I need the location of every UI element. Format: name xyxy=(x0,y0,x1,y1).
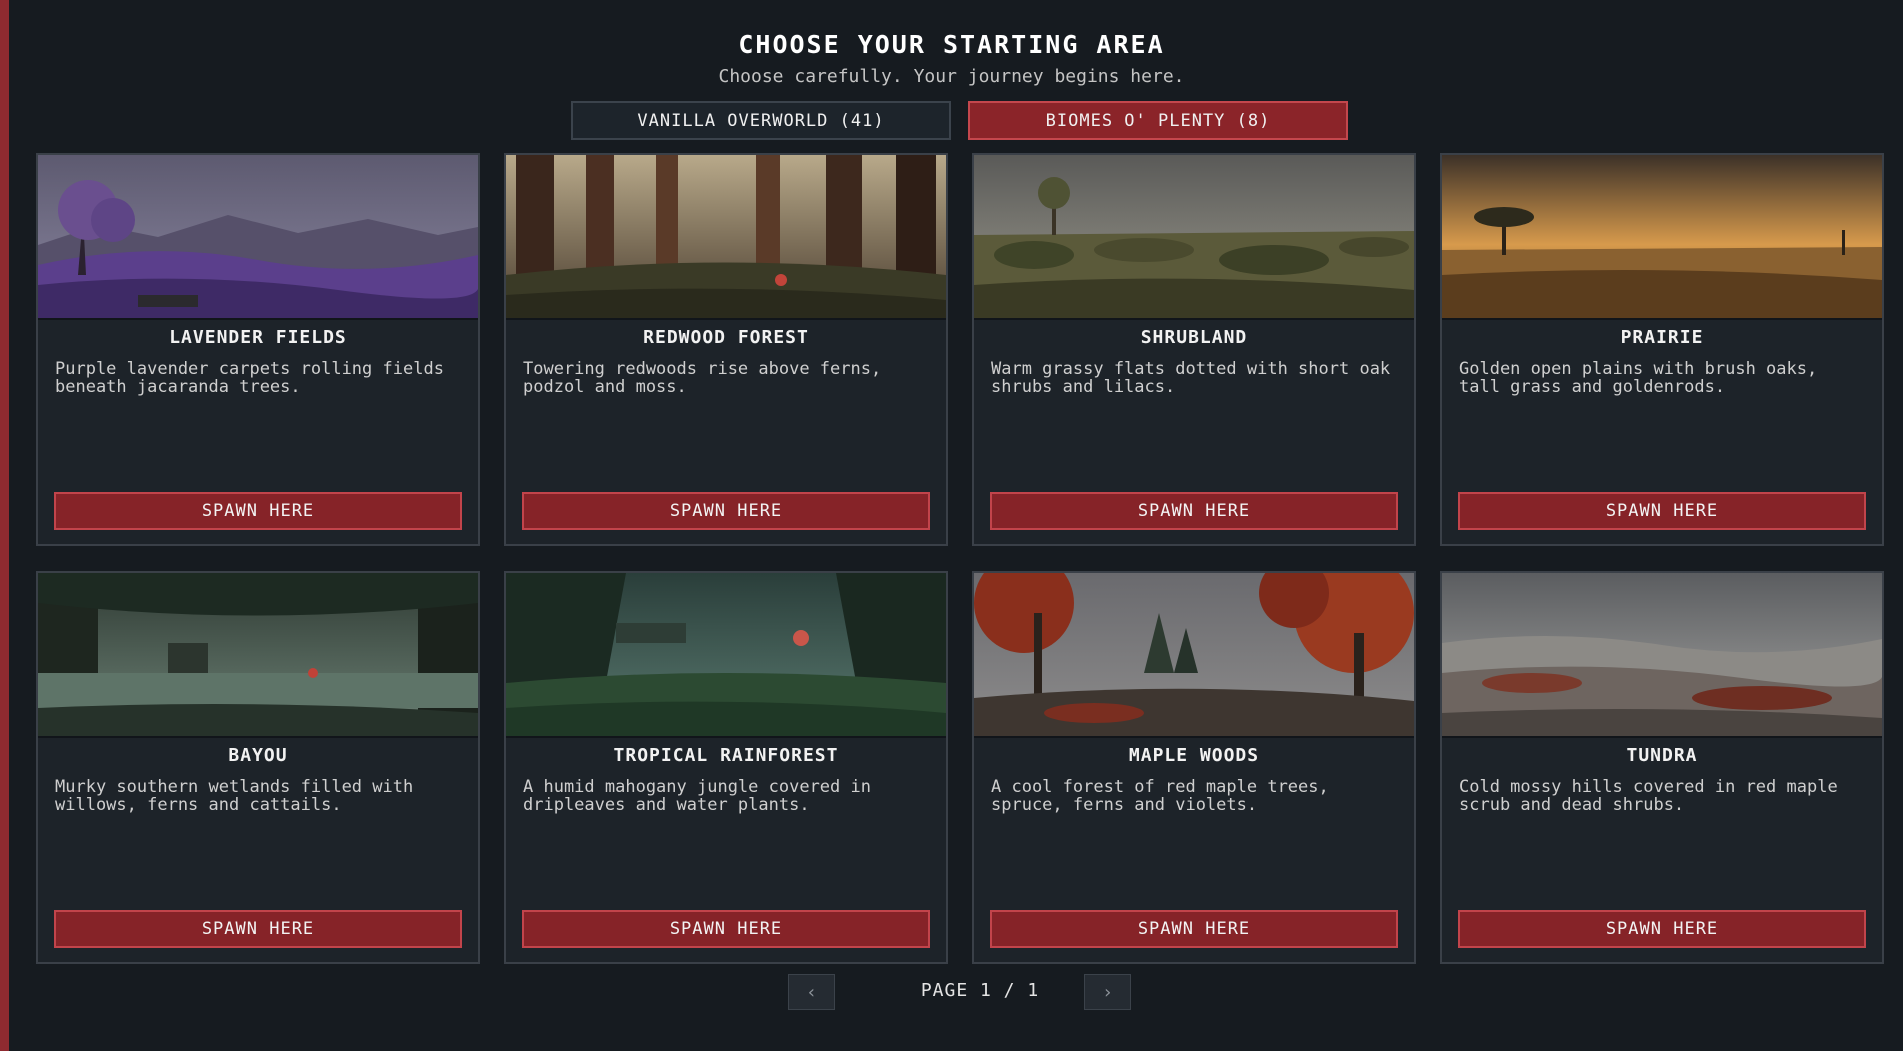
biome-card-tropical-rainforest: TROPICAL RAINFOREST A humid mahogany jun… xyxy=(504,571,948,964)
biome-description: Purple lavender carpets rolling fields b… xyxy=(55,359,444,397)
biome-image-bayou xyxy=(38,573,478,738)
spawn-here-button[interactable]: SPAWN HERE xyxy=(54,910,462,948)
chevron-right-icon: › xyxy=(1102,981,1113,1003)
biome-name: BAYOU xyxy=(228,745,288,766)
next-page-button[interactable]: › xyxy=(1084,974,1131,1010)
biome-image-tropical-rainforest xyxy=(506,573,946,738)
biome-name: TROPICAL RAINFOREST xyxy=(613,745,839,766)
biome-image-prairie xyxy=(1442,155,1882,320)
biome-image-redwood-forest xyxy=(506,155,946,320)
biome-name: TUNDRA xyxy=(1626,745,1698,766)
biome-card-lavender-fields: LAVENDER FIELDS Purple lavender carpets … xyxy=(36,153,480,546)
biome-description: A humid mahogany jungle covered in dripl… xyxy=(523,777,871,815)
chevron-left-icon: ‹ xyxy=(806,981,817,1003)
biome-grid: LAVENDER FIELDS Purple lavender carpets … xyxy=(36,153,1884,964)
page-subtitle: Choose carefully. Your journey begins he… xyxy=(718,66,1185,87)
left-edge-strip xyxy=(0,0,9,1051)
spawn-here-button[interactable]: SPAWN HERE xyxy=(54,492,462,530)
biome-card-shrubland: SHRUBLAND Warm grassy flats dotted with … xyxy=(972,153,1416,546)
biome-image-maple-woods xyxy=(974,573,1414,738)
biome-description: Warm grassy flats dotted with short oak … xyxy=(991,359,1391,397)
prev-page-button[interactable]: ‹ xyxy=(788,974,835,1010)
biome-name: LAVENDER FIELDS xyxy=(169,327,347,348)
tab-biomes-o-plenty[interactable]: BIOMES O' PLENTY (8) xyxy=(968,101,1348,140)
biome-name: SHRUBLAND xyxy=(1140,327,1248,348)
biome-description: Cold mossy hills covered in red maple sc… xyxy=(1459,777,1838,815)
biome-card-prairie: PRAIRIE Golden open plains with brush oa… xyxy=(1440,153,1884,546)
biome-description: Towering redwoods rise above ferns, podz… xyxy=(523,359,882,397)
page-title: CHOOSE YOUR STARTING AREA xyxy=(738,30,1165,59)
header: CHOOSE YOUR STARTING AREA Choose careful… xyxy=(0,28,1903,89)
biome-description: Murky southern wetlands filled with will… xyxy=(55,777,414,815)
biome-description: A cool forest of red maple trees, spruce… xyxy=(991,777,1329,815)
spawn-here-button[interactable]: SPAWN HERE xyxy=(990,910,1398,948)
biome-image-shrubland xyxy=(974,155,1414,320)
spawn-here-button[interactable]: SPAWN HERE xyxy=(522,910,930,948)
page-indicator: PAGE 1 / 1 xyxy=(920,980,1040,1001)
biome-card-tundra: TUNDRA Cold mossy hills covered in red m… xyxy=(1440,571,1884,964)
biome-image-tundra xyxy=(1442,573,1882,738)
biome-name: REDWOOD FOREST xyxy=(643,327,809,348)
spawn-here-button[interactable]: SPAWN HERE xyxy=(1458,910,1866,948)
spawn-here-button[interactable]: SPAWN HERE xyxy=(990,492,1398,530)
biome-card-maple-woods: MAPLE WOODS A cool forest of red maple t… xyxy=(972,571,1416,964)
biome-name: PRAIRIE xyxy=(1620,327,1704,348)
category-tabs: VANILLA OVERWORLD (41) BIOMES O' PLENTY … xyxy=(571,101,1348,140)
biome-description: Golden open plains with brush oaks, tall… xyxy=(1459,359,1818,397)
tab-vanilla-overworld[interactable]: VANILLA OVERWORLD (41) xyxy=(571,101,951,140)
spawn-here-button[interactable]: SPAWN HERE xyxy=(1458,492,1866,530)
biome-card-bayou: BAYOU Murky southern wetlands filled wit… xyxy=(36,571,480,964)
biome-name: MAPLE WOODS xyxy=(1128,745,1260,766)
spawn-here-button[interactable]: SPAWN HERE xyxy=(522,492,930,530)
biome-image-lavender-fields xyxy=(38,155,478,320)
biome-card-redwood-forest: REDWOOD FOREST Towering redwoods rise ab… xyxy=(504,153,948,546)
